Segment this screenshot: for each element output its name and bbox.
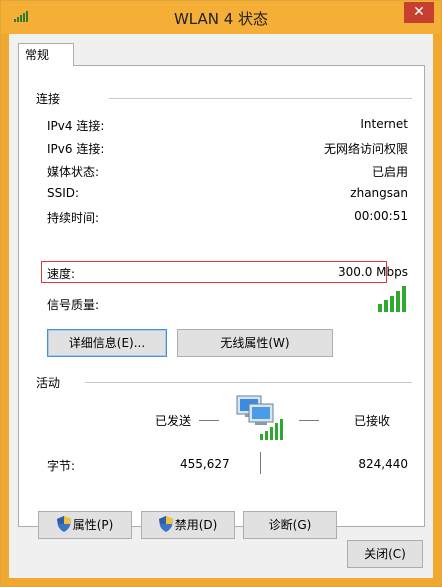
- connection-section-divider: [109, 98, 412, 99]
- duration-value: 00:00:51: [354, 209, 408, 223]
- uac-shield-icon: [56, 516, 71, 532]
- close-window-button[interactable]: ✕: [404, 2, 434, 23]
- speed-label: 速度:: [47, 267, 76, 281]
- speed-highlight-box: [41, 261, 387, 283]
- diagnose-button[interactable]: 诊断(G): [243, 511, 337, 539]
- details-button[interactable]: 详细信息(E)...: [47, 329, 167, 357]
- received-label: 已接收: [354, 414, 391, 428]
- ipv4-label: IPv4 连接:: [47, 119, 105, 133]
- sent-bytes-value: 455,627: [180, 457, 230, 471]
- media-state-value: 已启用: [371, 165, 408, 179]
- ipv6-value: 无网络访问权限: [323, 142, 408, 156]
- sent-connector-line: [199, 420, 219, 421]
- wireless-properties-button[interactable]: 无线属性(W): [177, 329, 333, 357]
- signal-quality-label: 信号质量:: [47, 298, 100, 312]
- sent-label: 已发送: [155, 414, 192, 428]
- disable-button-label: 禁用(D): [174, 518, 218, 532]
- dialog-client-area: 常规 连接 IPv4 连接: Internet IPv6 连接: 无网络访问权限…: [9, 34, 433, 578]
- title-bar[interactable]: WLAN 4 状态 ✕: [1, 1, 441, 34]
- ipv4-value: Internet: [360, 117, 408, 131]
- ssid-label: SSID:: [47, 186, 80, 200]
- activity-section-divider: [85, 382, 412, 383]
- network-computers-icon: [236, 395, 283, 440]
- speed-value: 300.0 Mbps: [337, 265, 408, 279]
- general-panel: 连接 IPv4 连接: Internet IPv6 连接: 无网络访问权限 媒体…: [18, 65, 425, 539]
- connection-section-title: 连接: [36, 92, 61, 106]
- received-bytes-value: 824,440: [358, 457, 408, 471]
- properties-button-label: 属性(P): [72, 518, 114, 532]
- uac-shield-icon: [158, 516, 173, 532]
- media-state-label: 媒体状态:: [47, 165, 100, 179]
- disable-button[interactable]: 禁用(D): [141, 511, 235, 539]
- properties-button[interactable]: 属性(P): [38, 511, 132, 539]
- close-button[interactable]: 关闭(C): [347, 540, 423, 568]
- ipv6-label: IPv6 连接:: [47, 142, 105, 156]
- activity-section-title: 活动: [36, 376, 61, 390]
- ssid-value: zhangsan: [350, 186, 408, 200]
- received-connector-line: [299, 420, 319, 421]
- window-title: WLAN 4 状态: [173, 10, 269, 28]
- tab-general[interactable]: 常规: [18, 43, 74, 66]
- bytes-divider: [260, 452, 261, 474]
- signal-strength-icon: [378, 286, 406, 312]
- wlan-status-window: WLAN 4 状态 ✕ 常规 连接 IPv4 连接: Internet IPv6…: [0, 0, 442, 587]
- duration-label: 持续时间:: [47, 211, 100, 225]
- bytes-label: 字节:: [47, 459, 76, 473]
